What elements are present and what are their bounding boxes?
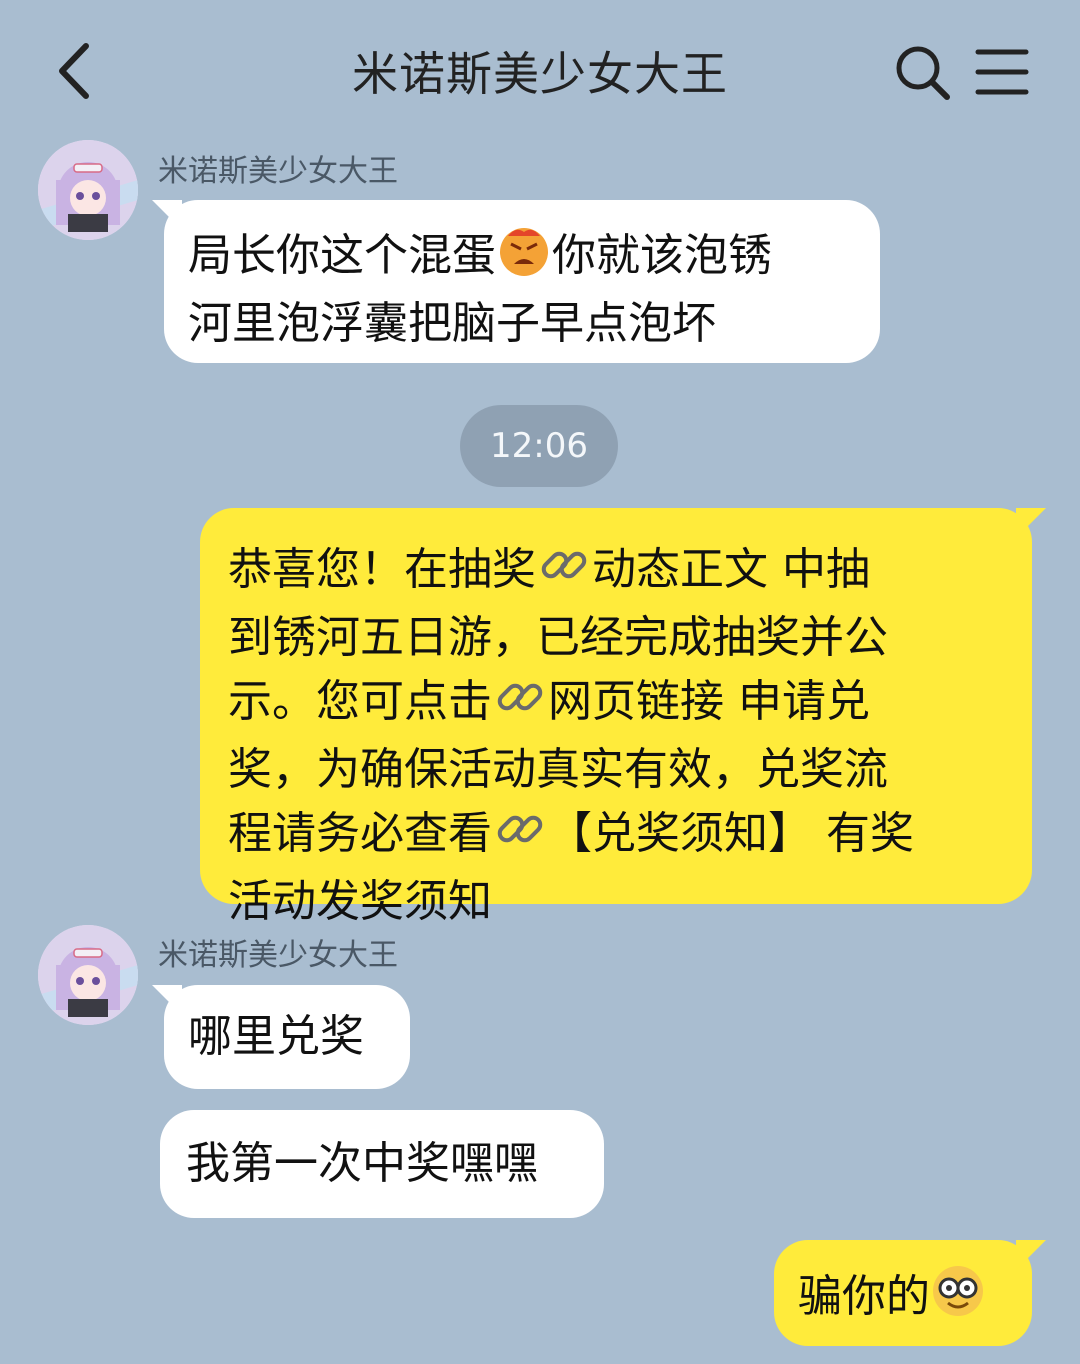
- menu-icon: [975, 49, 1029, 95]
- timestamp: 12:06: [460, 405, 618, 487]
- message-bubble[interactable]: 局长你这个混蛋 你就该泡锈 河里泡浮囊把脑子早点泡坏: [164, 200, 880, 363]
- message-text-line: 程请务必查看 【兑奖须知】 有奖: [228, 800, 1004, 872]
- message-text: 到锈河五日游，已经完成抽奖并公: [228, 612, 888, 663]
- anime-girl-avatar-icon: [38, 140, 138, 240]
- anime-girl-avatar-icon: [38, 925, 138, 1025]
- nerd-face-emoji-icon: [930, 1263, 986, 1335]
- message-text-line: 骗你的: [798, 1263, 1008, 1335]
- sender-name: 米诺斯美少女大王: [158, 938, 398, 973]
- message-text-line: 示。您可点击 网页链接 申请兑: [228, 668, 1004, 740]
- message-text: 程请务必查看: [228, 808, 492, 859]
- link-icon[interactable]: [492, 668, 548, 740]
- message-text: 活动发奖须知: [228, 876, 492, 927]
- top-bar: 米诺斯美少女大王: [0, 0, 1080, 140]
- message-text: 哪里兑奖: [188, 1011, 364, 1062]
- message-text: 动态正文 中抽: [592, 544, 870, 595]
- message-text-line: 局长你这个混蛋 你就该泡锈: [188, 222, 856, 294]
- message-text: 骗你的: [798, 1271, 930, 1322]
- avatar[interactable]: [38, 140, 138, 240]
- link-icon[interactable]: [536, 536, 592, 608]
- message-bubble[interactable]: 哪里兑奖: [164, 985, 410, 1089]
- search-button[interactable]: [892, 42, 952, 102]
- message-text-line: 恭喜您！在抽奖 动态正文 中抽: [228, 536, 1004, 608]
- link-icon[interactable]: [492, 800, 548, 872]
- message-text: 我第一次中奖嘿嘿: [186, 1138, 538, 1189]
- message-text: 局长你这个混蛋: [188, 230, 496, 281]
- message-text: 你就该泡锈: [552, 230, 772, 281]
- message-text: 【兑奖须知】 有奖: [548, 808, 914, 859]
- message-bubble[interactable]: 我第一次中奖嘿嘿: [160, 1110, 604, 1218]
- avatar[interactable]: [38, 925, 138, 1025]
- search-icon: [896, 46, 950, 100]
- message-bubble[interactable]: 骗你的: [774, 1240, 1032, 1346]
- sender-name: 米诺斯美少女大王: [158, 154, 398, 189]
- message-text: 网页链接 申请兑: [548, 676, 870, 727]
- message-text: 恭喜您！在抽奖: [228, 544, 536, 595]
- message-text: 河里泡浮囊把脑子早点泡坏: [188, 298, 716, 349]
- message-bubble[interactable]: 恭喜您！在抽奖 动态正文 中抽 到锈河五日游，已经完成抽奖并公 示。您可点击 网页链…: [200, 508, 1032, 927]
- message-text: 奖，为确保活动真实有效，兑奖流: [228, 744, 888, 795]
- message-text: 示。您可点击: [228, 676, 492, 727]
- menu-button[interactable]: [972, 44, 1032, 100]
- angry-face-emoji-icon: [496, 222, 552, 294]
